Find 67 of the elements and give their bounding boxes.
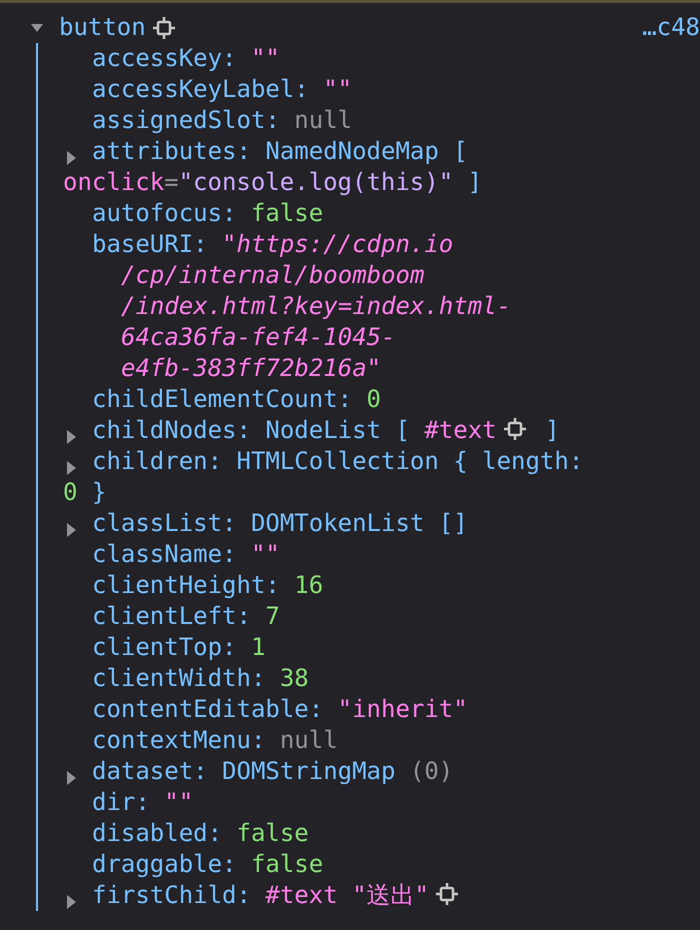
value-text: (0)	[410, 757, 454, 785]
property-name: attributes:	[92, 137, 251, 165]
property-name: clientWidth:	[92, 664, 266, 692]
property-name: assignedSlot:	[92, 106, 280, 134]
value-text: ""	[323, 75, 352, 103]
property-name: className:	[92, 540, 236, 568]
value-text: false	[236, 819, 309, 847]
value-text: NamedNodeMap [	[265, 137, 468, 165]
expand-arrow-icon[interactable]	[64, 769, 78, 788]
url-text: 64ca36fa-fef4-1045-	[120, 322, 397, 353]
inspect-icon[interactable]	[435, 882, 460, 906]
value-text: "inherit"	[338, 695, 468, 723]
expand-arrow-icon[interactable]	[64, 521, 78, 540]
value-text: #text	[265, 881, 338, 909]
url-text: /cp/internal/boomboom	[120, 260, 426, 291]
property-name: classList:	[92, 509, 236, 537]
source-link[interactable]: …c48	[642, 12, 700, 43]
property-name: contentEditable:	[92, 695, 324, 723]
expand-arrow-icon[interactable]	[64, 428, 78, 446]
value-text: null	[280, 726, 338, 754]
property-name: childElementCount:	[92, 385, 352, 413]
property-name: contextMenu:	[92, 726, 266, 754]
node-label: button	[59, 12, 146, 43]
value-text: NodeList [	[265, 416, 410, 444]
property-name: draggable:	[92, 850, 236, 878]
property-name: childNodes:	[92, 416, 251, 444]
expand-arrow-icon[interactable]	[64, 149, 78, 168]
property-name: accessKey:	[92, 44, 236, 72]
property-name: disabled:	[92, 819, 222, 847]
value-text: DOMStringMap	[222, 757, 396, 785]
value-text: 16	[294, 571, 324, 599]
property-name: clientHeight:	[92, 571, 280, 599]
property-name: dataset:	[92, 757, 208, 785]
attribute-preview: onclick="console.log(this)"	[63, 168, 454, 196]
value-text: false	[250, 199, 324, 227]
expand-arrow-icon[interactable]	[64, 459, 78, 478]
value-text: false	[250, 850, 324, 878]
value-text: null	[294, 106, 352, 134]
property-name: firstChild:	[92, 881, 251, 909]
property-name: accessKeyLabel:	[92, 75, 309, 103]
url-text: "https://cdpn.io	[222, 230, 454, 258]
property-name: children:	[92, 447, 222, 475]
property-name: baseURI:	[92, 230, 208, 258]
value-text: #text	[424, 416, 497, 444]
value-text: 0	[366, 385, 381, 413]
value-text: ]	[545, 416, 560, 444]
property-name: autofocus:	[92, 199, 236, 227]
url-text: /index.html?key=index.html-	[120, 291, 512, 322]
value-text: }	[92, 478, 106, 506]
value-text: DOMTokenList []	[250, 509, 468, 537]
inspect-icon[interactable]	[152, 16, 176, 40]
expand-arrow-icon[interactable]	[64, 893, 78, 912]
property-name: clientLeft:	[92, 602, 251, 630]
property-name: clientTop:	[92, 633, 236, 661]
inspect-icon[interactable]	[502, 417, 527, 441]
value-text: 0	[63, 478, 78, 506]
value-text: ""	[164, 788, 194, 816]
value-text: 1	[250, 633, 266, 661]
value-text: 38	[280, 664, 309, 692]
property-name: dir:	[92, 788, 150, 816]
url-text: e4fb-383ff72b216a"	[120, 353, 382, 384]
value-text: HTMLCollection { length:	[236, 447, 584, 475]
value-text: "送出"	[352, 881, 430, 909]
value-text: ""	[250, 44, 280, 72]
value-text: 7	[265, 602, 280, 630]
value-text: ]	[468, 168, 482, 196]
value-text: ""	[250, 540, 280, 568]
